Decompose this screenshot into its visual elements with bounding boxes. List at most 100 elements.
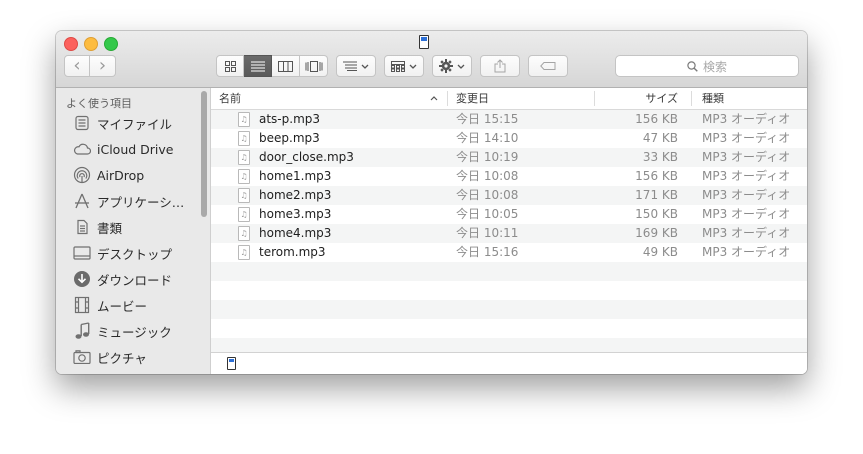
sidebar-item-label: ピクチャ — [97, 350, 147, 366]
empty-row — [211, 300, 807, 319]
back-button[interactable]: ‹ — [64, 55, 90, 77]
action-button[interactable] — [432, 55, 472, 77]
sidebar-item-documents[interactable]: 書類 — [73, 216, 203, 238]
file-name: ats-p.mp3 — [259, 112, 321, 126]
arrange-icon — [343, 61, 357, 71]
sidebar-item-label: iCloud Drive — [97, 141, 174, 157]
sidebar-item-music[interactable]: ミュージック — [73, 320, 203, 342]
file-kind: MP3 オーディオ — [702, 226, 791, 240]
search-icon — [687, 60, 698, 72]
sidebar-item-label: ダウンロード — [97, 272, 173, 288]
sidebar-item-airdrop[interactable]: AirDrop — [73, 164, 203, 186]
table-row[interactable]: ♫ ats-p.mp3 今日 15:15 156 KB MP3 オーディオ — [211, 110, 807, 129]
arrange-button[interactable] — [336, 55, 376, 77]
gear-icon — [439, 59, 453, 73]
minimize-button[interactable] — [84, 37, 98, 51]
table-row[interactable]: ♫ beep.mp3 今日 14:10 47 KB MP3 オーディオ — [211, 129, 807, 148]
sort-ascending-icon — [430, 96, 438, 101]
search-field[interactable]: 検索 — [615, 55, 799, 77]
audio-file-icon: ♫ — [238, 131, 250, 146]
column-name-header[interactable]: 名前 — [219, 88, 241, 109]
documents-icon — [73, 218, 91, 236]
column-kind-header[interactable]: 種類 — [702, 88, 724, 109]
volume-icon — [419, 35, 429, 49]
sidebar: よく使う項目 マイファイル iCloud Drive AirDrop アプリケー… — [56, 88, 211, 374]
audio-file-icon: ♫ — [238, 207, 250, 222]
sidebar-heading: よく使う項目 — [66, 97, 132, 110]
forward-button[interactable]: › — [90, 55, 116, 77]
audio-file-icon: ♫ — [238, 245, 250, 260]
share-icon — [494, 59, 506, 73]
chevron-down-icon — [361, 64, 369, 69]
table-row[interactable]: ♫ home2.mp3 今日 10:08 171 KB MP3 オーディオ — [211, 186, 807, 205]
file-kind: MP3 オーディオ — [702, 131, 791, 145]
volume-icon[interactable] — [227, 357, 236, 370]
file-kind: MP3 オーディオ — [702, 112, 791, 126]
file-date: 今日 10:05 — [456, 207, 519, 221]
file-size: 156 KB — [635, 112, 678, 126]
file-size: 49 KB — [642, 245, 678, 259]
column-divider — [594, 91, 595, 106]
sidebar-item-pictures[interactable]: ピクチャ — [73, 346, 203, 368]
file-kind: MP3 オーディオ — [702, 245, 791, 259]
table-row[interactable]: ♫ door_close.mp3 今日 10:19 33 KB MP3 オーディ… — [211, 148, 807, 167]
column-view-icon — [278, 60, 293, 72]
airdrop-icon — [73, 166, 91, 184]
sidebar-item-applications[interactable]: アプリケーシ… — [73, 190, 203, 212]
sidebar-item-label: デスクトップ — [97, 246, 173, 262]
chevron-right-icon: › — [98, 55, 107, 76]
file-date: 今日 15:16 — [456, 245, 519, 259]
file-size: 156 KB — [635, 169, 678, 183]
view-mode-group — [216, 55, 328, 77]
file-name: home2.mp3 — [259, 188, 332, 202]
sidebar-item-desktop[interactable]: デスクトップ — [73, 242, 203, 264]
empty-row — [211, 281, 807, 300]
column-size-header[interactable]: サイズ — [645, 88, 678, 109]
zoom-button[interactable] — [104, 37, 118, 51]
file-name: home3.mp3 — [259, 207, 332, 221]
close-button[interactable] — [64, 37, 78, 51]
column-divider — [691, 91, 692, 106]
coverflow-view-icon — [305, 60, 322, 72]
share-button[interactable] — [480, 55, 520, 77]
file-size: 169 KB — [635, 226, 678, 240]
file-date: 今日 10:08 — [456, 188, 519, 202]
file-name: home4.mp3 — [259, 226, 332, 240]
file-name: beep.mp3 — [259, 131, 320, 145]
finder-window: ‹ › 検索 よく使う項目 マイファイル iCloud Drive AirDro… — [56, 31, 807, 374]
table-row[interactable]: ♫ terom.mp3 今日 15:16 49 KB MP3 オーディオ — [211, 243, 807, 262]
sidebar-item-label: マイファイル — [97, 116, 173, 132]
sidebar-item-label: AirDrop — [97, 167, 145, 183]
sidebar-scrollbar[interactable] — [201, 91, 207, 217]
sidebar-item-movies[interactable]: ムービー — [73, 294, 203, 316]
coverflow-view-button[interactable] — [300, 55, 328, 77]
column-date-header[interactable]: 変更日 — [456, 88, 489, 109]
group-button[interactable] — [384, 55, 424, 77]
file-name: home1.mp3 — [259, 169, 332, 183]
tag-icon — [540, 62, 556, 70]
chevron-down-icon — [409, 64, 417, 69]
sidebar-item-all-my-files[interactable]: マイファイル — [73, 112, 203, 134]
list-view-button[interactable] — [244, 55, 272, 77]
titlebar: ‹ › 検索 — [56, 31, 807, 88]
movies-icon — [73, 296, 91, 314]
file-kind: MP3 オーディオ — [702, 188, 791, 202]
file-name: terom.mp3 — [259, 245, 326, 259]
sidebar-item-downloads[interactable]: ダウンロード — [73, 268, 203, 290]
audio-file-icon: ♫ — [238, 112, 250, 127]
table-row[interactable]: ♫ home4.mp3 今日 10:11 169 KB MP3 オーディオ — [211, 224, 807, 243]
downloads-icon — [73, 270, 91, 288]
file-size: 171 KB — [635, 188, 678, 202]
tag-button[interactable] — [528, 55, 568, 77]
file-size: 33 KB — [642, 150, 678, 164]
table-row[interactable]: ♫ home3.mp3 今日 10:05 150 KB MP3 オーディオ — [211, 205, 807, 224]
icon-view-button[interactable] — [216, 55, 244, 77]
file-date: 今日 14:10 — [456, 131, 519, 145]
file-rows: ♫ ats-p.mp3 今日 15:15 156 KB MP3 オーディオ ♫ … — [211, 110, 807, 357]
table-row[interactable]: ♫ home1.mp3 今日 10:08 156 KB MP3 オーディオ — [211, 167, 807, 186]
chevron-left-icon: ‹ — [73, 55, 81, 76]
sidebar-item-icloud-drive[interactable]: iCloud Drive — [73, 138, 203, 160]
sidebar-item-label: ミュージック — [97, 324, 172, 340]
column-view-button[interactable] — [272, 55, 300, 77]
file-date: 今日 10:08 — [456, 169, 519, 183]
